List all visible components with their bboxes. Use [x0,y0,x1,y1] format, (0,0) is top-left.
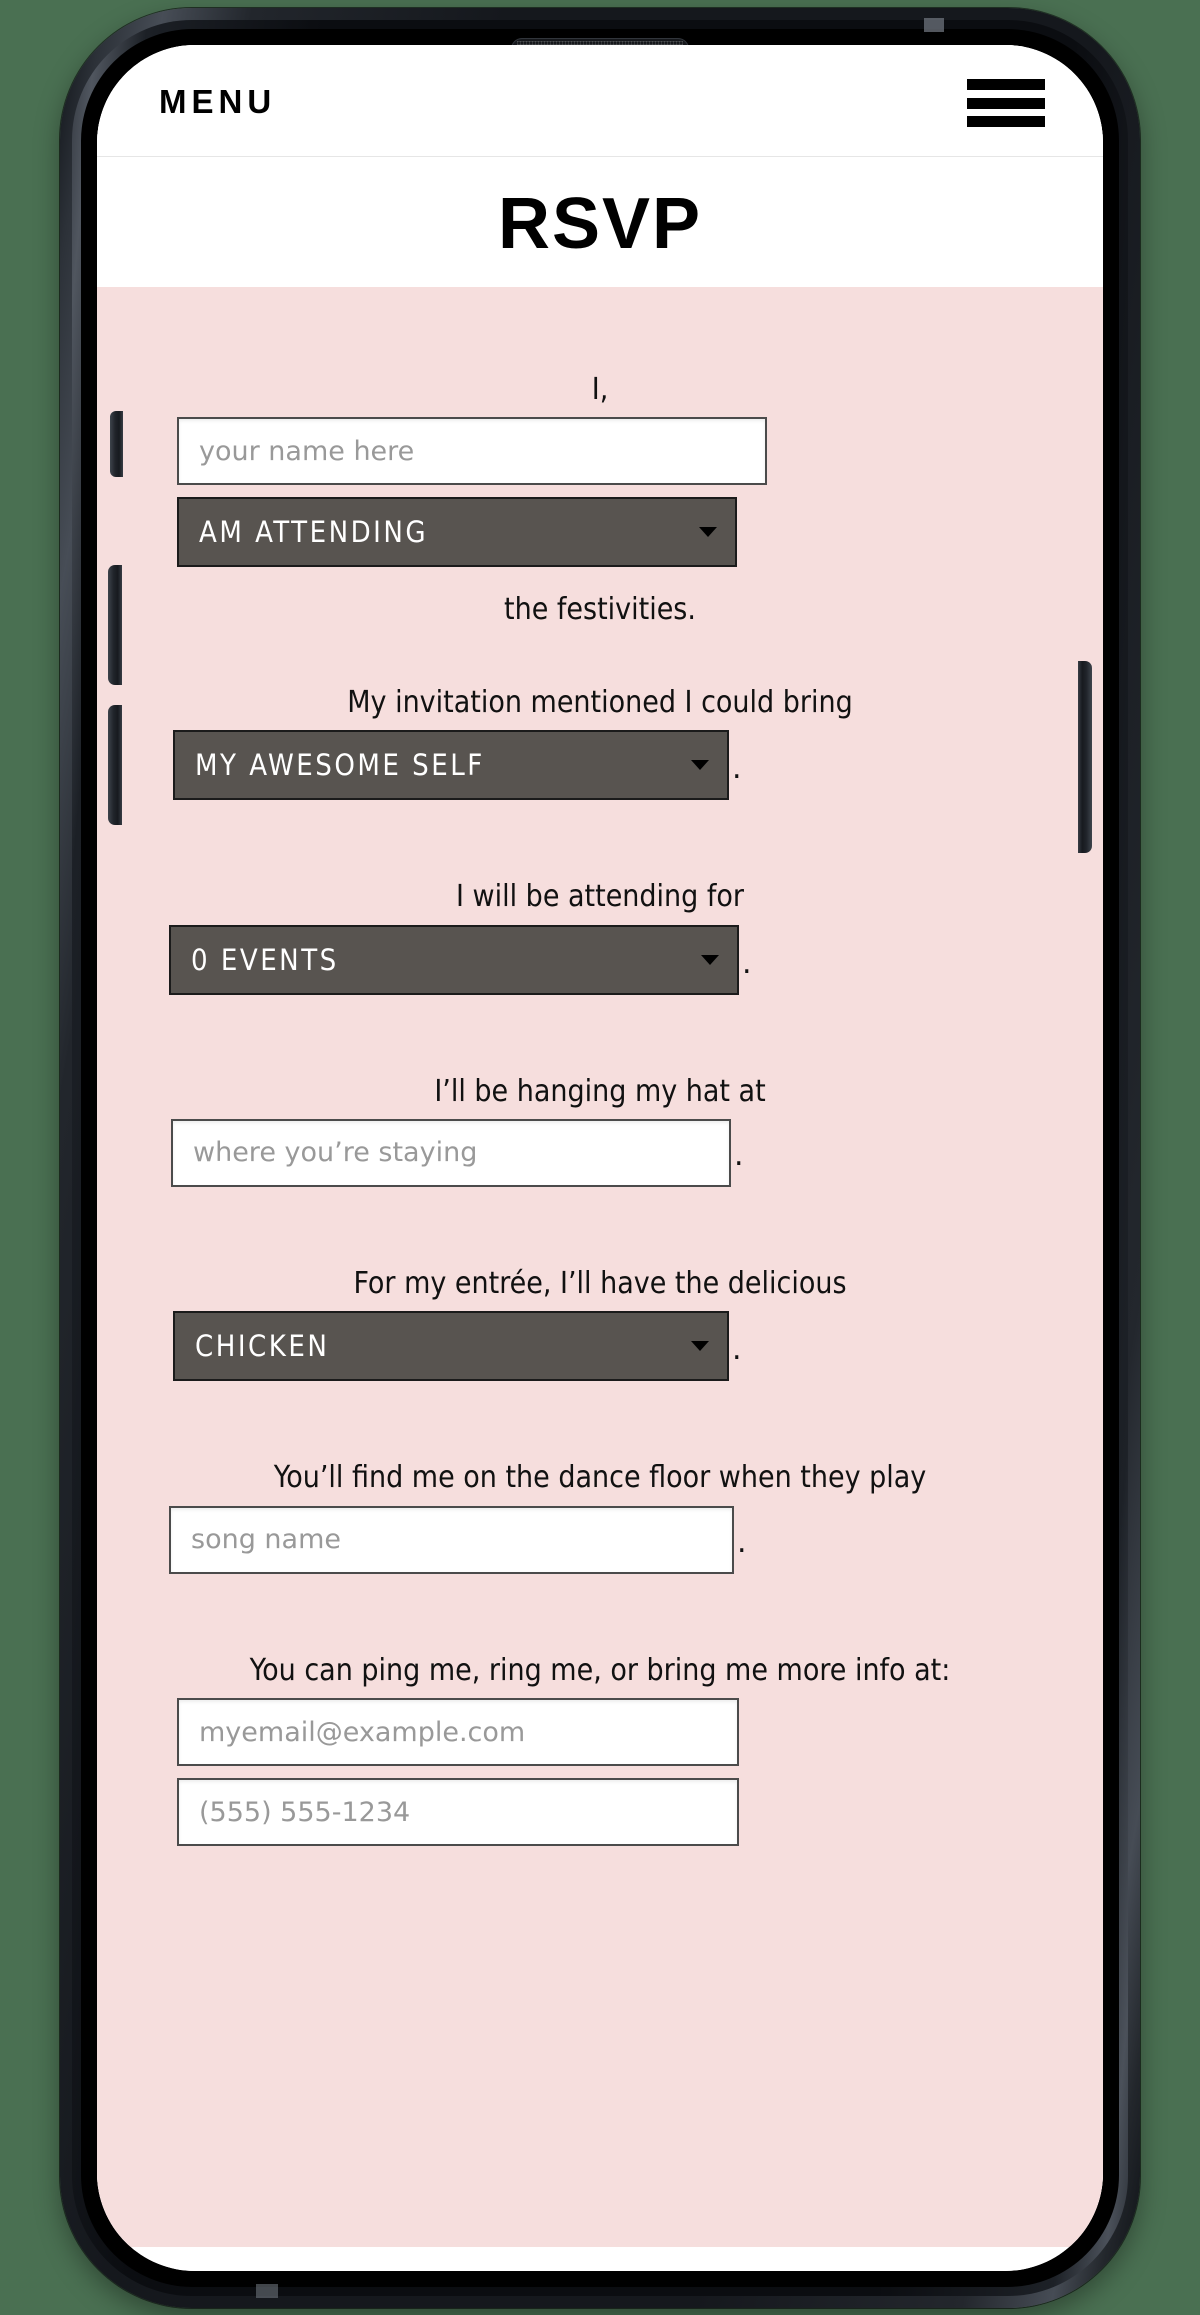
hamburger-bar-2 [967,97,1045,109]
events-select-value: 0 EVENTS [191,942,339,977]
name-input[interactable]: your name here [177,417,767,486]
guests-select-value: MY AWESOME SELF [195,748,485,783]
phone-screen: MENU RSVP I, your name here AM ATTENDING… [97,45,1103,2271]
lodging-period: . [734,1137,744,1173]
phone-input[interactable]: (555) 555-1234 [177,1778,739,1847]
events-period: . [742,945,752,981]
entree-period: . [732,1332,742,1368]
guests-period: . [732,751,742,787]
email-input[interactable]: myemail@example.com [177,1698,739,1767]
hamburger-bar-3 [967,116,1045,127]
festivities-text-block: the festivities. [97,567,1103,637]
field-attendance: AM ATTENDING [97,497,1103,568]
chevron-down-icon [701,954,719,965]
attendance-select-value: AM ATTENDING [199,515,429,550]
field-events: I will be attending for 0 EVENTS . [97,878,1103,995]
rsvp-form: I, your name here AM ATTENDING the festi… [97,287,1103,2247]
field-name: I, your name here [97,371,1103,486]
field-phone: (555) 555-1234 [97,1778,1103,1847]
attendance-select[interactable]: AM ATTENDING [177,497,737,568]
antenna-band-top [924,18,944,32]
festivities-text: the festivities. [504,592,696,628]
hamburger-bar-1 [967,79,1045,90]
field-label-contact: You can ping me, ring me, or bring me mo… [249,1652,951,1688]
field-song: You’ll find me on the dance floor when t… [97,1459,1103,1574]
field-guests: My invitation mentioned I could bring MY… [97,684,1103,801]
page-title: RSVP [97,157,1103,287]
guests-select[interactable]: MY AWESOME SELF [173,730,729,801]
volume-up-button[interactable] [108,565,122,685]
entree-select-value: CHICKEN [195,1329,330,1364]
chevron-down-icon [699,527,717,538]
field-label-song: You’ll find me on the dance floor when t… [273,1460,927,1496]
phone-frame: MENU RSVP I, your name here AM ATTENDING… [60,8,1140,2308]
entree-select[interactable]: CHICKEN [173,1311,729,1382]
field-label-lodging: I’ll be hanging my hat at [434,1073,766,1109]
field-label-events: I will be attending for [456,879,744,915]
mute-switch-button[interactable] [110,411,123,477]
field-label-entree: For my entrée, I’ll have the delicious [353,1265,847,1301]
volume-down-button[interactable] [108,705,122,825]
field-label-guests: My invitation mentioned I could bring [347,684,853,720]
hamburger-icon[interactable] [967,75,1049,131]
site-header: MENU [97,45,1103,157]
antenna-band-bottom [256,2284,278,2298]
web-page: MENU RSVP I, your name here AM ATTENDING… [97,45,1103,2271]
song-input[interactable]: song name [169,1505,734,1574]
field-contact: You can ping me, ring me, or bring me mo… [97,1652,1103,1767]
song-period: . [737,1524,747,1560]
menu-label[interactable]: MENU [159,83,276,121]
field-lodging: I’ll be hanging my hat at where you’re s… [97,1073,1103,1187]
chevron-down-icon [691,760,709,771]
lodging-input[interactable]: where you’re staying [171,1118,731,1187]
field-entree: For my entrée, I’ll have the delicious C… [97,1265,1103,1382]
events-select[interactable]: 0 EVENTS [169,924,739,995]
power-button[interactable] [1078,661,1092,853]
chevron-down-icon [691,1341,709,1352]
field-label-name: I, [591,372,609,407]
